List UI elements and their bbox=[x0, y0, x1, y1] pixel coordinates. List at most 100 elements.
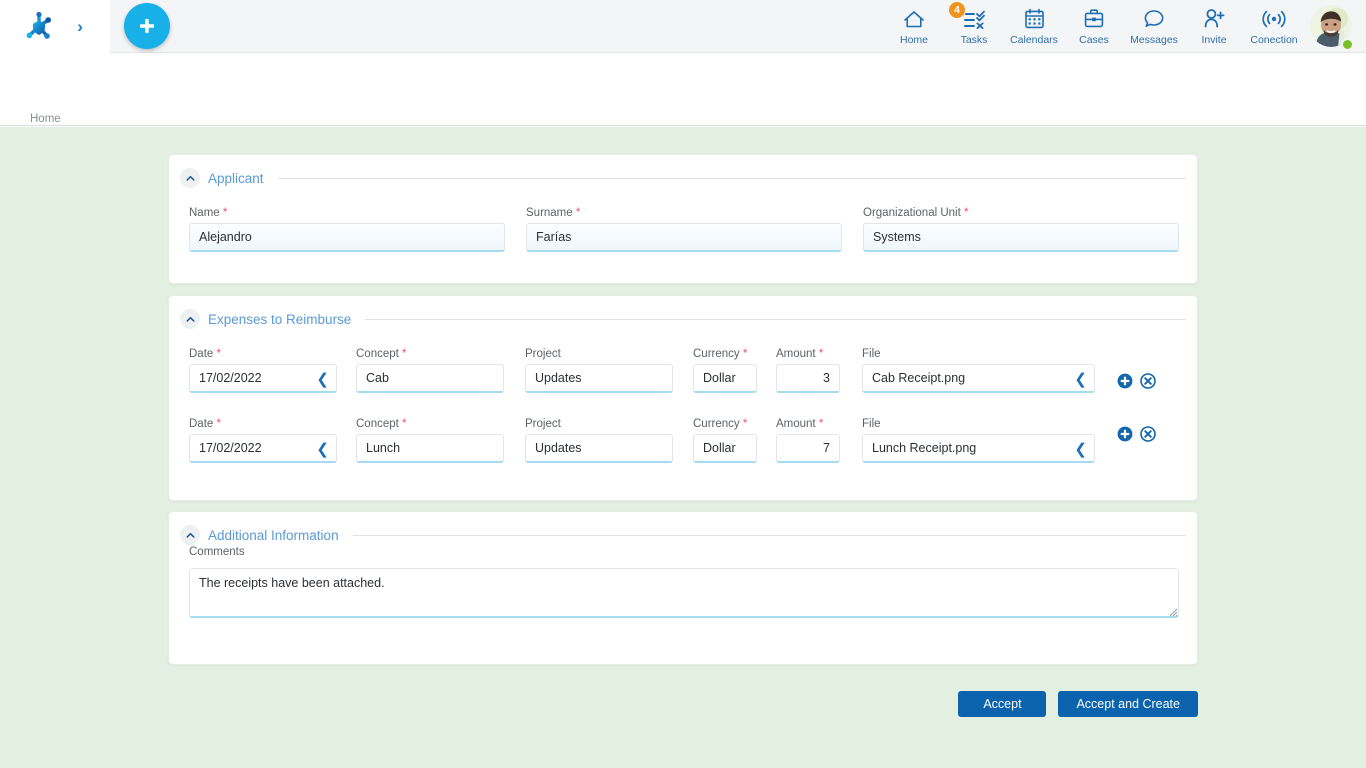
input-currency-row-1[interactable]: Dollar bbox=[693, 364, 757, 393]
date-input-wrap: 17/02/2022 ❮ bbox=[189, 364, 337, 393]
label-file: File bbox=[862, 348, 1095, 360]
date-input-wrap: 17/02/2022 ❮ bbox=[189, 434, 337, 463]
expense-row-1-amount: Amount * 3 bbox=[776, 348, 840, 393]
file-picker-chevron-icon[interactable]: ❮ bbox=[1074, 434, 1087, 463]
expense-row-1-file: File Cab Receipt.png ❮ bbox=[862, 348, 1095, 393]
person-add-icon bbox=[1203, 7, 1225, 31]
expense-row-2-project: Project Updates bbox=[525, 418, 673, 463]
main-content: Applicant Name * Alejandro Surname * Far… bbox=[0, 127, 1366, 768]
label-date: Date * bbox=[189, 418, 337, 430]
label-project: Project bbox=[525, 418, 673, 430]
nav-item-cases[interactable]: Cases bbox=[1064, 0, 1124, 53]
additional-section-header: Additional Information bbox=[180, 525, 1186, 545]
nav-item-calendars[interactable]: Calendars bbox=[1004, 0, 1064, 53]
expense-row-2-amount: Amount * 7 bbox=[776, 418, 840, 463]
expense-row-2-actions bbox=[1117, 426, 1156, 442]
expense-row-1-date: Date * 17/02/2022 ❮ bbox=[189, 348, 337, 393]
applicant-section: Applicant Name * Alejandro Surname * Far… bbox=[168, 154, 1198, 284]
expense-row-1-concept: Concept * Cab bbox=[356, 348, 504, 393]
add-row-icon[interactable] bbox=[1117, 426, 1133, 442]
status-online-indicator bbox=[1341, 38, 1354, 51]
label-concept: Concept * bbox=[356, 348, 504, 360]
label-currency: Currency * bbox=[693, 348, 757, 360]
label-currency: Currency * bbox=[693, 418, 757, 430]
collapse-chevron-up-icon[interactable] bbox=[180, 168, 200, 188]
nav-item-tasks[interactable]: 4 Tasks bbox=[944, 0, 1004, 53]
app-logo[interactable] bbox=[22, 10, 56, 42]
comments-textarea[interactable] bbox=[189, 568, 1179, 618]
nav-item-invite[interactable]: Invite bbox=[1184, 0, 1244, 53]
field-comments: Comments bbox=[189, 546, 245, 562]
file-input-wrap: Lunch Receipt.png ❮ bbox=[862, 434, 1095, 463]
tasks-icon: 4 bbox=[962, 7, 986, 31]
input-file-row-2[interactable]: Lunch Receipt.png bbox=[862, 434, 1095, 463]
accept-and-create-button[interactable]: Accept and Create bbox=[1058, 691, 1198, 717]
label-comments: Comments bbox=[189, 546, 245, 558]
label-organizational-unit: Organizational Unit * bbox=[863, 207, 1179, 219]
label-amount: Amount * bbox=[776, 418, 840, 430]
input-project-row-2[interactable]: Updates bbox=[525, 434, 673, 463]
section-divider bbox=[278, 178, 1186, 179]
label-date: Date * bbox=[189, 348, 337, 360]
user-avatar[interactable] bbox=[1304, 0, 1358, 53]
nav-label-messages: Messages bbox=[1130, 34, 1178, 46]
input-date-row-1[interactable]: 17/02/2022 bbox=[189, 364, 337, 393]
message-bubble-icon bbox=[1143, 7, 1165, 31]
expenses-section: Expenses to Reimburse Date * 17/02/2022 … bbox=[168, 295, 1198, 501]
section-divider bbox=[353, 535, 1186, 536]
top-nav-items: Home 4 Tasks bbox=[884, 0, 1366, 53]
input-project-row-1[interactable]: Updates bbox=[525, 364, 673, 393]
applicant-section-header: Applicant bbox=[180, 168, 1186, 188]
app-logo-icon bbox=[22, 10, 56, 42]
nav-label-calendars: Calendars bbox=[1010, 34, 1058, 46]
input-date-row-2[interactable]: 17/02/2022 bbox=[189, 434, 337, 463]
nav-label-home: Home bbox=[900, 34, 928, 46]
applicant-section-title: Applicant bbox=[208, 171, 264, 186]
input-concept-row-2[interactable]: Lunch bbox=[356, 434, 504, 463]
input-organizational-unit[interactable]: Systems bbox=[863, 223, 1179, 252]
label-file: File bbox=[862, 418, 1095, 430]
breadcrumb[interactable]: Home bbox=[30, 113, 61, 125]
nav-label-conection: Conection bbox=[1250, 34, 1297, 46]
input-concept-row-1[interactable]: Cab bbox=[356, 364, 504, 393]
input-currency-row-2[interactable]: Dollar bbox=[693, 434, 757, 463]
nav-label-tasks: Tasks bbox=[961, 34, 988, 46]
expense-row-2-date: Date * 17/02/2022 ❮ bbox=[189, 418, 337, 463]
briefcase-icon bbox=[1083, 7, 1105, 31]
add-row-icon[interactable] bbox=[1117, 373, 1133, 389]
input-amount-row-2[interactable]: 7 bbox=[776, 434, 840, 463]
section-divider bbox=[365, 319, 1186, 320]
nav-item-conection[interactable]: Conection bbox=[1244, 0, 1304, 53]
date-picker-chevron-icon[interactable]: ❮ bbox=[316, 364, 329, 393]
expense-row-1-currency: Currency * Dollar bbox=[693, 348, 757, 393]
create-new-button[interactable] bbox=[124, 3, 170, 49]
top-navigation-bar: › Home bbox=[0, 0, 1366, 53]
page-header: Home My Refunds 2 ? bbox=[0, 53, 1366, 126]
form-action-buttons: Accept Accept and Create bbox=[168, 691, 1198, 717]
label-amount: Amount * bbox=[776, 348, 840, 360]
input-file-row-1[interactable]: Cab Receipt.png bbox=[862, 364, 1095, 393]
expense-row-2-file: File Lunch Receipt.png ❮ bbox=[862, 418, 1095, 463]
expense-row-1-actions bbox=[1117, 373, 1156, 389]
date-picker-chevron-icon[interactable]: ❮ bbox=[316, 434, 329, 463]
input-name[interactable]: Alejandro bbox=[189, 223, 505, 252]
nav-item-home[interactable]: Home bbox=[884, 0, 944, 53]
field-organizational-unit: Organizational Unit * Systems bbox=[863, 207, 1179, 252]
expenses-section-header: Expenses to Reimburse bbox=[180, 309, 1186, 329]
additional-information-section: Additional Information Comments bbox=[168, 511, 1198, 665]
collapse-chevron-up-icon[interactable] bbox=[180, 309, 200, 329]
label-concept: Concept * bbox=[356, 418, 504, 430]
additional-section-title: Additional Information bbox=[208, 528, 339, 543]
remove-row-icon[interactable] bbox=[1140, 373, 1156, 389]
file-input-wrap: Cab Receipt.png ❮ bbox=[862, 364, 1095, 393]
input-surname[interactable]: Farías bbox=[526, 223, 842, 252]
collapse-chevron-up-icon[interactable] bbox=[180, 525, 200, 545]
nav-item-messages[interactable]: Messages bbox=[1124, 0, 1184, 53]
remove-row-icon[interactable] bbox=[1140, 426, 1156, 442]
sidebar-expand-icon[interactable]: › bbox=[72, 16, 88, 37]
expense-row-2-currency: Currency * Dollar bbox=[693, 418, 757, 463]
input-amount-row-1[interactable]: 3 bbox=[776, 364, 840, 393]
file-picker-chevron-icon[interactable]: ❮ bbox=[1074, 364, 1087, 393]
accept-button[interactable]: Accept bbox=[958, 691, 1046, 717]
tasks-badge: 4 bbox=[948, 1, 966, 19]
